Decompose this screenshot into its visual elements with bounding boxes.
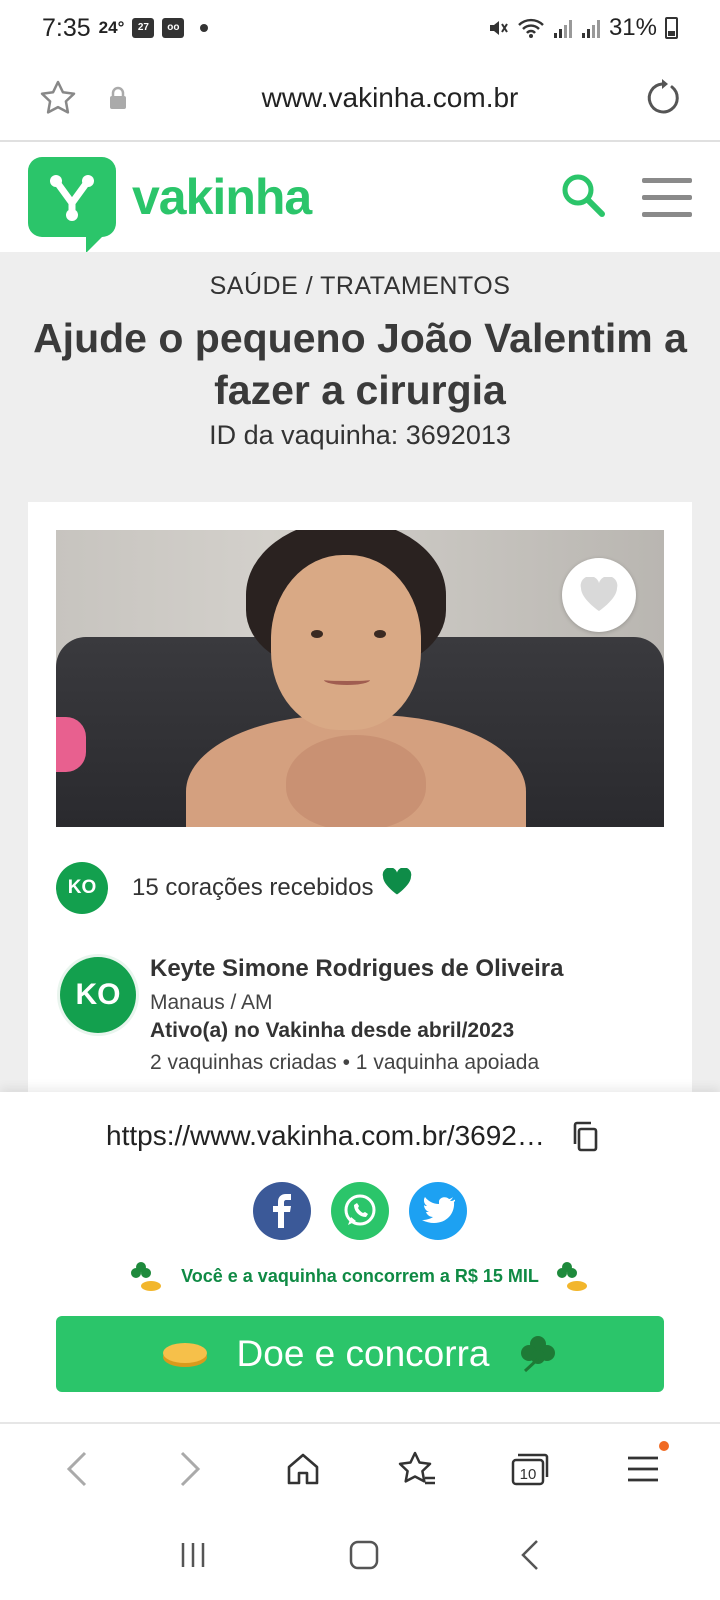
owner-since: Ativo(a) no Vakinha desde abril/2023 bbox=[150, 1019, 515, 1042]
reload-icon[interactable] bbox=[642, 78, 682, 118]
hearts-count: 15 corações recebidos bbox=[132, 874, 374, 901]
donate-label: Doe e concorra bbox=[236, 1333, 490, 1374]
status-time: 7:35 bbox=[42, 13, 91, 42]
campaign-id: ID da vaquinha: 3692013 bbox=[209, 420, 511, 450]
home-button-icon[interactable] bbox=[348, 1539, 380, 1576]
browser-toolbar: 10 bbox=[0, 1422, 720, 1514]
menu-icon[interactable] bbox=[613, 1439, 673, 1499]
facebook-icon[interactable] bbox=[253, 1182, 311, 1240]
tabs-icon[interactable]: 10 bbox=[500, 1439, 560, 1499]
clover-icon bbox=[521, 1336, 556, 1373]
avatar: KO bbox=[56, 862, 108, 914]
clover-coin-icon bbox=[556, 1262, 587, 1291]
owner-location: Manaus / AM bbox=[150, 991, 273, 1014]
tabs-count: 10 bbox=[520, 1466, 537, 1483]
recent-apps-icon[interactable] bbox=[179, 1540, 209, 1575]
whatsapp-icon[interactable] bbox=[331, 1182, 389, 1240]
bookmark-star-icon[interactable] bbox=[38, 78, 78, 118]
campaign-title: Ajude o pequeno João Valentim a fazer a … bbox=[33, 315, 687, 413]
calendar-icon: 27 bbox=[132, 18, 155, 38]
forward-icon[interactable] bbox=[160, 1439, 220, 1499]
green-heart-icon bbox=[383, 868, 412, 895]
brand-name[interactable]: vakinha bbox=[132, 168, 312, 226]
bookmarks-icon[interactable] bbox=[387, 1439, 447, 1499]
copy-icon[interactable] bbox=[570, 1120, 600, 1159]
vakinha-logo-icon[interactable] bbox=[28, 157, 116, 253]
home-icon[interactable] bbox=[273, 1439, 333, 1499]
campaign-category[interactable]: SAÚDE / TRATAMENTOS bbox=[0, 272, 720, 301]
status-bar: 7:35 24° 27 oo 31% bbox=[0, 0, 720, 56]
promo-banner: Você e a vaquinha concorrem a R$ 15 MIL bbox=[0, 1260, 720, 1292]
promo-text: Você e a vaquinha concorrem a R$ 15 MIL bbox=[181, 1265, 539, 1286]
campaign-owner: KO Keyte Simone Rodrigues de Oliveira Ma… bbox=[60, 955, 563, 1075]
back-icon[interactable] bbox=[47, 1439, 107, 1499]
coin-icon bbox=[162, 1343, 207, 1367]
owner-name[interactable]: Keyte Simone Rodrigues de Oliveira bbox=[150, 955, 563, 983]
owner-stats: 2 vaquinhas criadas • 1 vaquinha apoiada bbox=[150, 1051, 540, 1074]
url-text[interactable]: www.vakinha.com.br bbox=[138, 82, 642, 114]
social-share-buttons bbox=[0, 1182, 720, 1240]
system-back-icon[interactable] bbox=[519, 1538, 541, 1577]
hamburger-menu-icon[interactable] bbox=[642, 177, 692, 217]
battery-icon bbox=[665, 17, 678, 39]
twitter-icon[interactable] bbox=[409, 1182, 467, 1240]
share-panel: https://www.vakinha.com.br/3692013 Você … bbox=[0, 1092, 720, 1422]
donate-button[interactable]: Doe e concorra bbox=[56, 1316, 664, 1392]
clover-coin-icon bbox=[131, 1262, 162, 1291]
campaign-section: SAÚDE / TRATAMENTOS Ajude o pequeno João… bbox=[0, 252, 720, 1102]
battery-percent: 31% bbox=[608, 14, 657, 41]
status-temperature: 24° bbox=[98, 18, 125, 37]
wifi-icon bbox=[518, 18, 544, 38]
address-bar: www.vakinha.com.br bbox=[0, 56, 720, 142]
mute-icon bbox=[489, 21, 508, 35]
search-icon[interactable] bbox=[560, 172, 606, 223]
notification-dot-icon bbox=[200, 24, 209, 32]
lock-icon[interactable] bbox=[98, 78, 138, 118]
site-header: vakinha bbox=[0, 142, 720, 253]
signal-icon-2 bbox=[581, 20, 600, 38]
share-url[interactable]: https://www.vakinha.com.br/3692013 bbox=[106, 1120, 546, 1152]
owner-avatar[interactable]: KO bbox=[60, 957, 136, 1033]
system-navigation bbox=[0, 1514, 720, 1600]
campaign-card: KO 15 corações recebidos KO Keyte Simone… bbox=[28, 502, 692, 1102]
heart-button[interactable] bbox=[562, 558, 636, 632]
hearts-received: KO 15 corações recebidos bbox=[56, 862, 413, 914]
notification-badge bbox=[659, 1441, 670, 1451]
signal-icon bbox=[553, 20, 572, 38]
campaign-photo bbox=[56, 530, 664, 827]
voicemail-icon: oo bbox=[162, 18, 185, 38]
heart-icon bbox=[580, 577, 618, 611]
